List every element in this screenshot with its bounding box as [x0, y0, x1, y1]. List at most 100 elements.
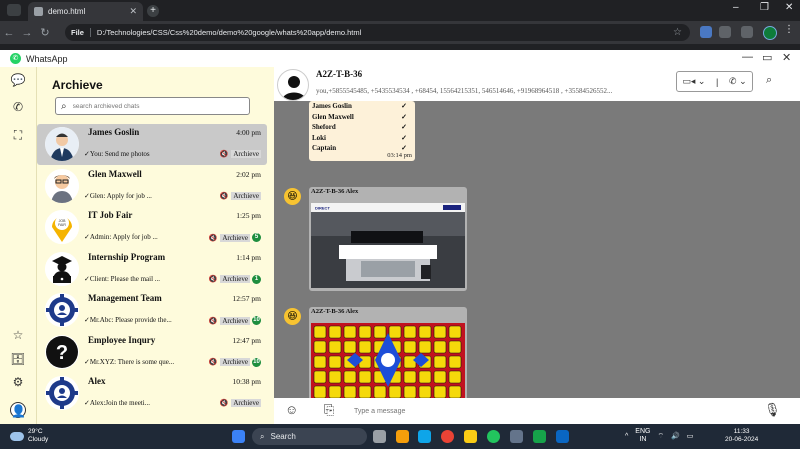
- video-call-icon[interactable]: ▭◂ ⌄: [682, 76, 705, 87]
- starred-icon[interactable]: ☆: [10, 327, 26, 343]
- extensions-puzzle-icon[interactable]: [719, 26, 731, 38]
- attach-icon[interactable]: ⎘: [324, 402, 334, 418]
- archived-indicator[interactable]: 🔇 Archieve 10: [208, 357, 261, 367]
- name-list-message: James Goslin ✓ Glen Maxwell ✓ Sheford ✓ Loki ✓ C…: [309, 101, 415, 161]
- member-name: Captain: [312, 144, 337, 152]
- new-tab-button[interactable]: +: [147, 5, 159, 17]
- archived-indicator[interactable]: 🔇 Archieve 10: [209, 316, 261, 325]
- archived-indicator[interactable]: 🔇 Archieve: [220, 399, 261, 407]
- taskbar-search[interactable]: ⌕ Search: [252, 428, 367, 445]
- language-code: ENG: [635, 428, 651, 435]
- group-avatar[interactable]: [277, 69, 309, 101]
- store-icon[interactable]: [510, 430, 523, 443]
- archived-chats-sidebar: Archieve ⌕ James Goslin 4:00 pm ✓You: Send…: [37, 67, 274, 424]
- clock[interactable]: 11:33 20-06-2024: [725, 428, 758, 444]
- whatsapp-taskbar-icon[interactable]: [533, 430, 546, 443]
- image-message[interactable]: A2Z-T-B-36 Alex: [309, 307, 467, 398]
- maximize-icon[interactable]: ❐: [760, 2, 769, 13]
- laughing-emoji-icon: 😆: [284, 188, 301, 205]
- tab-list-button[interactable]: [7, 4, 21, 16]
- chevron-up-icon[interactable]: ^: [625, 433, 628, 440]
- archived-indicator[interactable]: 🔇 Archieve: [219, 191, 261, 200]
- chat-row[interactable]: Alex 10:38 pm ✓Alex:Join the meeti... 🔇 Arch…: [37, 373, 267, 414]
- chat-name: A2Z-T-B-36: [316, 69, 363, 79]
- language-indicator[interactable]: ENG IN: [635, 428, 650, 444]
- chat-row[interactable]: James Goslin 4:00 pm ✓You: Send me photos 🔇…: [37, 124, 267, 165]
- task-view-icon[interactable]: [373, 430, 386, 443]
- sidepanel-icon[interactable]: [741, 26, 753, 38]
- archive-icon[interactable]: 🗄: [10, 351, 26, 367]
- profile-avatar-icon[interactable]: [763, 26, 777, 40]
- back-icon[interactable]: ←: [0, 27, 18, 39]
- forward-icon[interactable]: →: [18, 27, 36, 39]
- app-maximize-button[interactable]: ▭: [762, 51, 772, 64]
- settings-gear-icon[interactable]: ⚙: [10, 374, 26, 390]
- archived-indicator[interactable]: 🔇 Archieve: [220, 150, 261, 158]
- app-close-button[interactable]: ✕: [782, 51, 791, 64]
- chat-preview: ✓Mr.XYZ: There is some que...: [84, 357, 175, 366]
- edge-icon[interactable]: [487, 430, 500, 443]
- status-icon[interactable]: ⛶: [10, 127, 26, 143]
- search-icon: ⌕: [61, 100, 67, 112]
- muted-speaker-icon: 🔇: [219, 191, 229, 200]
- profile-avatar-icon[interactable]: 👤: [10, 402, 26, 418]
- archived-indicator[interactable]: 🔇 Archieve 1: [208, 274, 261, 284]
- close-window-icon[interactable]: ✕: [785, 2, 793, 13]
- browser-tab[interactable]: demo.html ✕: [28, 2, 143, 21]
- cartoon-man-avatar-icon: [45, 168, 79, 203]
- message-time: 03:14 pm: [387, 152, 412, 159]
- divider: |: [716, 76, 719, 87]
- pattern-image: [311, 323, 465, 398]
- sublime-icon[interactable]: [396, 430, 409, 443]
- archive-search-input[interactable]: [72, 102, 233, 110]
- muted-speaker-icon: 🔇: [208, 358, 218, 366]
- chats-icon[interactable]: 💬: [10, 72, 26, 88]
- chat-row[interactable]: Internship Program 1:14 pm ✓Client: Please…: [37, 249, 267, 290]
- archived-indicator[interactable]: 🔇 Archieve 5: [209, 233, 261, 242]
- app-minimize-button[interactable]: —: [742, 51, 753, 63]
- address-bar[interactable]: File D:/Technologies/CSS/Css%20demo/demo…: [65, 24, 690, 41]
- chat-row[interactable]: Management Team 12:57 pm ✓Mr.Abc: Please p…: [37, 290, 267, 331]
- vscode-icon[interactable]: [418, 430, 431, 443]
- voice-call-icon[interactable]: ✆ ⌄: [729, 76, 747, 87]
- address-scheme: File: [71, 28, 91, 37]
- search-icon[interactable]: ⌕: [766, 74, 772, 87]
- battery-icon[interactable]: ▭: [687, 432, 694, 440]
- archive-search-box[interactable]: ⌕: [55, 97, 250, 115]
- app-title: WhatsApp: [26, 53, 68, 64]
- linkedin-icon[interactable]: [556, 430, 569, 443]
- bookmark-star-icon[interactable]: ☆: [673, 27, 682, 38]
- address-url: D:/Technologies/CSS/Css%20demo/demo%20go…: [96, 28, 362, 37]
- emoji-icon[interactable]: ☺: [285, 402, 298, 417]
- volume-icon[interactable]: 🔊: [671, 432, 680, 440]
- nav-rail: 💬 ✆ ⛶ ☆ 🗄 ⚙ 👤: [0, 67, 37, 424]
- website-screenshot-image: DIRECT: [311, 203, 465, 288]
- chat-preview: ✓You: Send me photos: [84, 150, 150, 158]
- start-windows-icon[interactable]: [232, 430, 245, 443]
- reload-icon[interactable]: ↻: [36, 26, 54, 39]
- chat-time: 4:00 pm: [236, 128, 261, 137]
- microphone-icon[interactable]: 🎙: [764, 402, 781, 418]
- message-sender: A2Z-T-B-36 Alex: [311, 188, 359, 195]
- file-explorer-icon[interactable]: [464, 430, 477, 443]
- weather-widget[interactable]: 29°C Cloudy: [10, 428, 48, 444]
- archive-label: Archieve: [231, 191, 261, 200]
- wifi-icon[interactable]: ⌔: [657, 432, 664, 441]
- calls-icon[interactable]: ✆: [10, 99, 26, 115]
- extension-icon[interactable]: [700, 26, 712, 38]
- image-message[interactable]: A2Z-T-B-36 Alex DIRECT: [309, 187, 467, 291]
- svg-text:?: ?: [56, 342, 68, 364]
- minimize-icon[interactable]: –: [733, 2, 739, 13]
- app-titlebar: ✆ WhatsApp — ▭ ✕: [0, 50, 800, 67]
- muted-speaker-icon: 🔇: [208, 275, 218, 283]
- member-name: Sheford: [312, 123, 336, 131]
- chat-row[interactable]: Glen Maxwell 2:02 pm ✓Glen: Apply for job …: [37, 166, 267, 207]
- chrome-icon[interactable]: [441, 430, 454, 443]
- close-tab-icon[interactable]: ✕: [129, 6, 137, 17]
- browser-menu-icon[interactable]: ⋮: [784, 24, 794, 35]
- chat-row[interactable]: JOB FAIR IT Job Fair 1:25 pm ✓Admin: Apply f…: [37, 207, 267, 248]
- chat-time: 12:47 pm: [232, 335, 261, 345]
- unread-badge: 10: [252, 316, 261, 325]
- chat-row[interactable]: ? Employee Inqury 12:47 pm ✓Mr.XYZ: There i…: [37, 332, 267, 373]
- message-input[interactable]: [354, 404, 734, 418]
